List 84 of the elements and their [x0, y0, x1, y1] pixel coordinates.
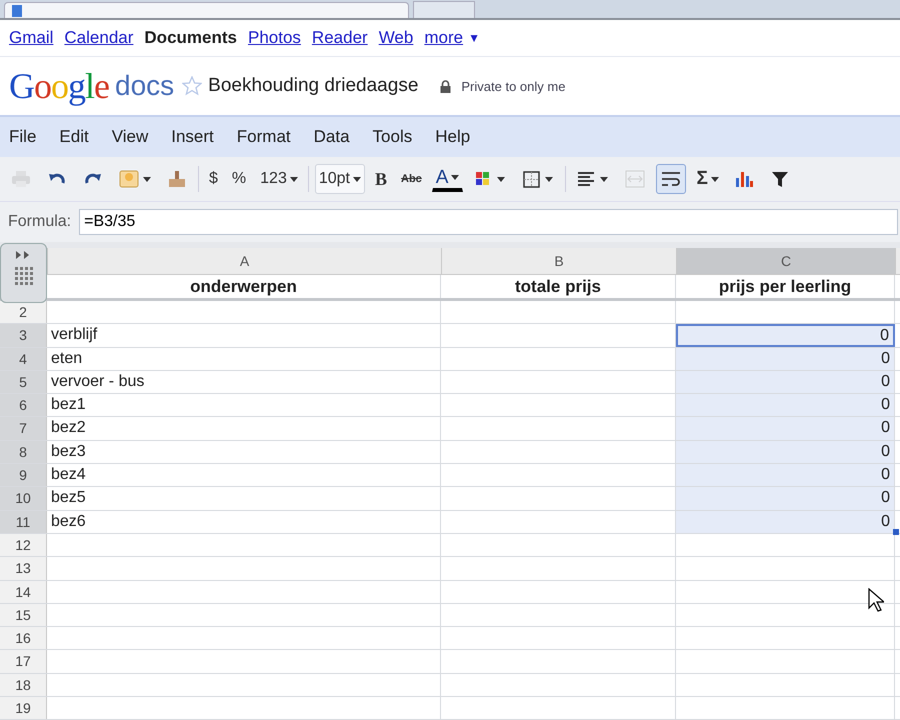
- star-icon[interactable]: [182, 76, 202, 96]
- formula-field[interactable]: =B3/35: [79, 209, 898, 235]
- menu-item[interactable]: File: [9, 127, 36, 147]
- fill-handle[interactable]: [893, 529, 899, 535]
- number-format-dropdown[interactable]: 123: [256, 164, 302, 194]
- row-header[interactable]: 15: [0, 604, 47, 626]
- menu-item[interactable]: Edit: [59, 127, 89, 147]
- product-name: docs: [115, 70, 174, 102]
- nav-link[interactable]: Gmail: [9, 28, 54, 48]
- row-header[interactable]: 6: [0, 394, 47, 416]
- document-title[interactable]: Boekhouding driedaagse: [208, 75, 418, 97]
- row-header[interactable]: 12: [0, 534, 47, 556]
- menu-item[interactable]: Data: [314, 127, 350, 147]
- wrap-text-icon[interactable]: [656, 164, 686, 194]
- row-header[interactable]: 10: [0, 487, 47, 510]
- column-header[interactable]: A: [48, 248, 442, 274]
- table-cell[interactable]: 0: [676, 487, 895, 510]
- nav-link[interactable]: Documents: [144, 28, 237, 48]
- browser-tab[interactable]: [413, 1, 475, 18]
- table-cell[interactable]: 0: [676, 348, 895, 370]
- lock-icon: [440, 80, 452, 92]
- menu-item[interactable]: View: [112, 127, 148, 147]
- grip-icon[interactable]: [14, 266, 34, 288]
- format-button[interactable]: $: [205, 164, 222, 194]
- menu-item[interactable]: Help: [435, 127, 470, 147]
- caret-icon: [710, 176, 719, 182]
- nav-link[interactable]: Calendar: [64, 28, 134, 48]
- sharing-status[interactable]: Private to only me: [461, 78, 566, 94]
- row-header[interactable]: 14: [0, 580, 47, 603]
- caret-icon[interactable]: ▼: [468, 31, 480, 45]
- table-cell[interactable]: bez5: [47, 487, 441, 510]
- row-header[interactable]: 11: [0, 510, 47, 533]
- table-cell[interactable]: 0: [676, 394, 895, 416]
- strikethrough-button[interactable]: Abc: [397, 164, 426, 194]
- nav-link[interactable]: Photos: [248, 28, 301, 48]
- menu-item[interactable]: Format: [236, 127, 291, 147]
- formula-label: Formula:: [8, 213, 72, 231]
- nav-link[interactable]: Reader: [312, 28, 368, 48]
- font-size-dropdown[interactable]: 10pt: [314, 164, 365, 194]
- caret-icon: [451, 175, 460, 180]
- table-cell[interactable]: 0: [676, 417, 895, 440]
- table-cell[interactable]: verblijf: [47, 324, 441, 347]
- row-header[interactable]: 7: [0, 417, 47, 440]
- table-cell[interactable]: 0: [676, 440, 895, 464]
- document-icon: [11, 4, 23, 18]
- caret-icon: [352, 176, 361, 182]
- menu-item[interactable]: Insert: [171, 127, 214, 147]
- table-cell[interactable]: 0: [676, 464, 895, 486]
- format-button[interactable]: %: [228, 164, 250, 194]
- google-logo: Google: [9, 65, 109, 107]
- table-cell[interactable]: prijs per leerling: [676, 275, 895, 298]
- row-header[interactable]: 8: [0, 440, 47, 464]
- row-header[interactable]: 9: [0, 464, 47, 486]
- table-cell[interactable]: vervoer - bus: [47, 370, 441, 394]
- table-cell[interactable]: bez1: [47, 394, 441, 416]
- floating-panel[interactable]: [0, 243, 47, 303]
- row-header[interactable]: 5: [0, 370, 47, 394]
- text-color-button[interactable]: A: [432, 166, 464, 192]
- table-cell[interactable]: bez3: [47, 440, 441, 464]
- nav-link[interactable]: more: [424, 28, 464, 48]
- table-cell[interactable]: eten: [47, 348, 441, 370]
- row-header[interactable]: 18: [0, 674, 47, 696]
- table-cell[interactable]: 0: [676, 324, 895, 347]
- table-cell[interactable]: 0: [676, 370, 895, 394]
- nav-link[interactable]: Web: [378, 28, 414, 48]
- mouse-cursor-icon: [868, 588, 884, 612]
- row-header[interactable]: 17: [0, 650, 47, 673]
- row-header[interactable]: 2: [0, 301, 47, 324]
- row-header[interactable]: 16: [0, 627, 47, 650]
- browser-tab[interactable]: [4, 2, 409, 18]
- menu-item[interactable]: Tools: [372, 127, 412, 147]
- table-cell[interactable]: 0: [676, 510, 895, 533]
- row-header[interactable]: 13: [0, 557, 47, 580]
- table-cell[interactable]: bez2: [47, 417, 441, 440]
- column-header[interactable]: C: [677, 248, 896, 274]
- row-header[interactable]: 19: [0, 697, 47, 720]
- bold-button[interactable]: B: [370, 164, 391, 194]
- row-header[interactable]: 4: [0, 348, 47, 370]
- functions-button[interactable]: Σ: [692, 164, 723, 194]
- caret-icon: [290, 176, 298, 182]
- row-header[interactable]: 3: [0, 324, 47, 347]
- table-cell[interactable]: bez6: [47, 510, 441, 533]
- table-cell[interactable]: totale prijs: [441, 275, 676, 298]
- table-cell[interactable]: bez4: [47, 464, 441, 486]
